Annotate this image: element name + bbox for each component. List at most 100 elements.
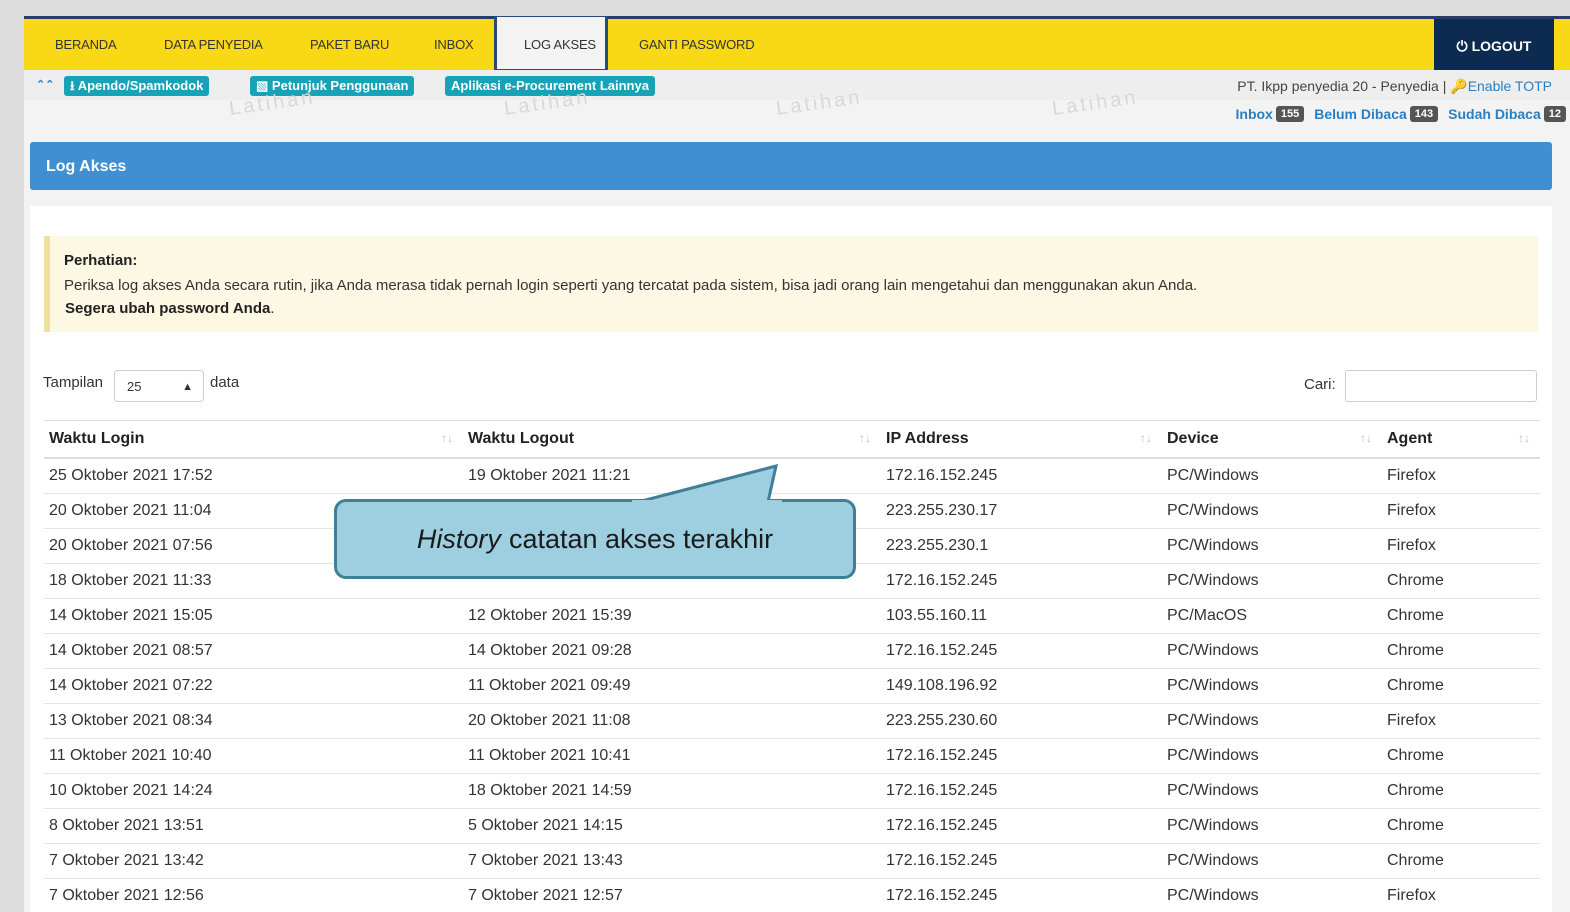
sort-icon: ↑↓ [1140, 431, 1152, 445]
table-cell: 14 Oktober 2021 15:05 [44, 598, 463, 634]
table-row: 10 Oktober 2021 14:24 18 Oktober 2021 14:… [44, 773, 1540, 809]
alert-message: Periksa log akses Anda secara rutin, jik… [64, 277, 1198, 294]
table-cell: 14 Oktober 2021 07:22 [44, 668, 463, 704]
nav-log-akses[interactable]: LOG AKSES [524, 37, 596, 52]
table-cell: PC/Windows [1162, 878, 1382, 912]
table-row: 11 Oktober 2021 10:40 11 Oktober 2021 10:… [44, 738, 1540, 774]
counter-label: Inbox [1235, 106, 1273, 122]
sort-icon: ↑↓ [1360, 431, 1372, 445]
sort-updown-icon: ▲ [182, 381, 193, 393]
logout-button[interactable]: ⏻ LOGOUT [1434, 19, 1554, 73]
table-cell: 149.108.196.92 [881, 668, 1162, 704]
table-cell: PC/Windows [1162, 458, 1382, 494]
table-cell: PC/Windows [1162, 563, 1382, 599]
page: BERANDA DATA PENYEDIA PAKET BARU INBOX L… [24, 16, 1570, 912]
counter-badge: 12 [1543, 106, 1566, 122]
table-cell: 223.255.230.1 [881, 528, 1162, 564]
table-cell: 172.16.152.245 [881, 773, 1162, 809]
col-ip-address[interactable]: IP Address ↑↓ [881, 420, 1162, 459]
table-row: 14 Oktober 2021 08:57 14 Oktober 2021 09:… [44, 633, 1540, 669]
counter-inbox[interactable]: Inbox 155 [1236, 106, 1305, 122]
col-label: Agent [1387, 430, 1433, 447]
col-waktu-logout[interactable]: Waktu Logout ↑↓ [463, 420, 881, 459]
table-cell: PC/MacOS [1162, 598, 1382, 634]
user-name: PT. Ikpp penyedia 20 - Penyedia | [1237, 78, 1447, 94]
table-cell: 223.255.230.17 [881, 493, 1162, 529]
table-cell: Chrome [1382, 563, 1540, 599]
screen-frame-left [0, 0, 24, 912]
col-waktu-login[interactable]: Waktu Login ↑↓ [44, 420, 463, 459]
log-table: Waktu Login ↑↓ Waktu Logout ↑↓ IP Address ↑… [44, 420, 1540, 912]
table-cell: 10 Oktober 2021 14:24 [44, 773, 463, 809]
nav-beranda[interactable]: BERANDA [55, 37, 117, 52]
callout-tail [632, 464, 782, 510]
counter-belum-dibaca[interactable]: Belum Dibaca 143 [1314, 106, 1439, 122]
alert-strong-line: Segera ubah password Anda. [65, 300, 275, 317]
table-cell: 14 Oktober 2021 09:28 [463, 633, 881, 669]
warning-alert: Perhatian: Periksa log akses Anda secara… [44, 236, 1538, 332]
table-cell: 7 Oktober 2021 12:57 [463, 878, 881, 912]
callout-italic: History [416, 523, 501, 554]
search-label: Cari: [1304, 376, 1336, 393]
table-cell: 172.16.152.245 [881, 738, 1162, 774]
col-device[interactable]: Device ↑↓ [1162, 420, 1382, 459]
col-agent[interactable]: Agent ↑↓ [1382, 420, 1540, 459]
table-cell: PC/Windows [1162, 668, 1382, 704]
table-cell: 172.16.152.245 [881, 808, 1162, 844]
table-cell: Firefox [1382, 703, 1540, 739]
table-cell: PC/Windows [1162, 493, 1382, 529]
link-apendo[interactable]: ⭳ Apendo/Spamkodok [64, 76, 210, 96]
chevron-up-icon[interactable]: ⌃⌃ [36, 78, 54, 91]
col-label: Device [1167, 430, 1219, 447]
table-cell: 11 Oktober 2021 10:41 [463, 738, 881, 774]
table-cell: 172.16.152.245 [881, 563, 1162, 599]
table-row: 7 Oktober 2021 12:56 7 Oktober 2021 12:57… [44, 878, 1540, 912]
table-cell: PC/Windows [1162, 843, 1382, 879]
table-header-row: Waktu Login ↑↓ Waktu Logout ↑↓ IP Address ↑… [44, 420, 1540, 459]
page-size-select[interactable]: 25 ▲ [114, 370, 204, 402]
table-row: 13 Oktober 2021 08:34 20 Oktober 2021 11:… [44, 703, 1540, 739]
table-cell: 172.16.152.245 [881, 633, 1162, 669]
table-cell: 7 Oktober 2021 13:42 [44, 843, 463, 879]
page-title: Log Akses [46, 158, 127, 175]
nav-data-penyedia[interactable]: DATA PENYEDIA [164, 37, 263, 52]
table-row: 25 Oktober 2021 17:52 19 Oktober 2021 11:… [44, 458, 1540, 494]
main-navbar: BERANDA DATA PENYEDIA PAKET BARU INBOX L… [24, 16, 1570, 73]
nav-paket-baru[interactable]: PAKET BARU [310, 37, 389, 52]
table-cell: 103.55.160.11 [881, 598, 1162, 634]
nav-ganti-password[interactable]: GANTI PASSWORD [639, 37, 755, 52]
alert-strong-suffix: . [270, 300, 275, 317]
table-row: 14 Oktober 2021 07:22 11 Oktober 2021 09:… [44, 668, 1540, 704]
counter-sudah-dibaca[interactable]: Sudah Dibaca 12 [1448, 106, 1566, 122]
table-cell: Chrome [1382, 738, 1540, 774]
table-cell: 223.255.230.60 [881, 703, 1162, 739]
message-counters: Inbox 155 Belum Dibaca 143 Sudah Dibaca 12 [1236, 106, 1566, 122]
download-icon: ⭳ [70, 78, 75, 93]
table-cell: 8 Oktober 2021 13:51 [44, 808, 463, 844]
col-label: Waktu Login [49, 430, 145, 447]
counter-label: Sudah Dibaca [1448, 106, 1541, 122]
alert-title: Perhatian: [64, 252, 138, 269]
screen-frame-top [0, 0, 1570, 16]
table-cell: Firefox [1382, 528, 1540, 564]
table-cell: 11 Oktober 2021 09:49 [463, 668, 881, 704]
table-row: 14 Oktober 2021 15:05 12 Oktober 2021 15:… [44, 598, 1540, 634]
table-cell: 172.16.152.245 [881, 878, 1162, 912]
col-label: Waktu Logout [468, 430, 575, 447]
table-cell: PC/Windows [1162, 773, 1382, 809]
search-input[interactable] [1345, 370, 1537, 402]
table-cell: PC/Windows [1162, 738, 1382, 774]
table-cell: Firefox [1382, 878, 1540, 912]
table-cell: 172.16.152.245 [881, 458, 1162, 494]
page-size-suffix: data [210, 374, 240, 391]
table-cell: 18 Oktober 2021 14:59 [463, 773, 881, 809]
nav-inbox[interactable]: INBOX [434, 37, 474, 52]
enable-totp-label: Enable TOTP [1467, 78, 1552, 94]
table-cell: Chrome [1382, 633, 1540, 669]
table-row: 8 Oktober 2021 13:51 5 Oktober 2021 14:15… [44, 808, 1540, 844]
table-cell: PC/Windows [1162, 528, 1382, 564]
table-cell: 14 Oktober 2021 08:57 [44, 633, 463, 669]
table-cell: 25 Oktober 2021 17:52 [44, 458, 463, 494]
enable-totp-link[interactable]: 🔑Enable TOTP [1450, 78, 1552, 94]
table-cell: 5 Oktober 2021 14:15 [463, 808, 881, 844]
